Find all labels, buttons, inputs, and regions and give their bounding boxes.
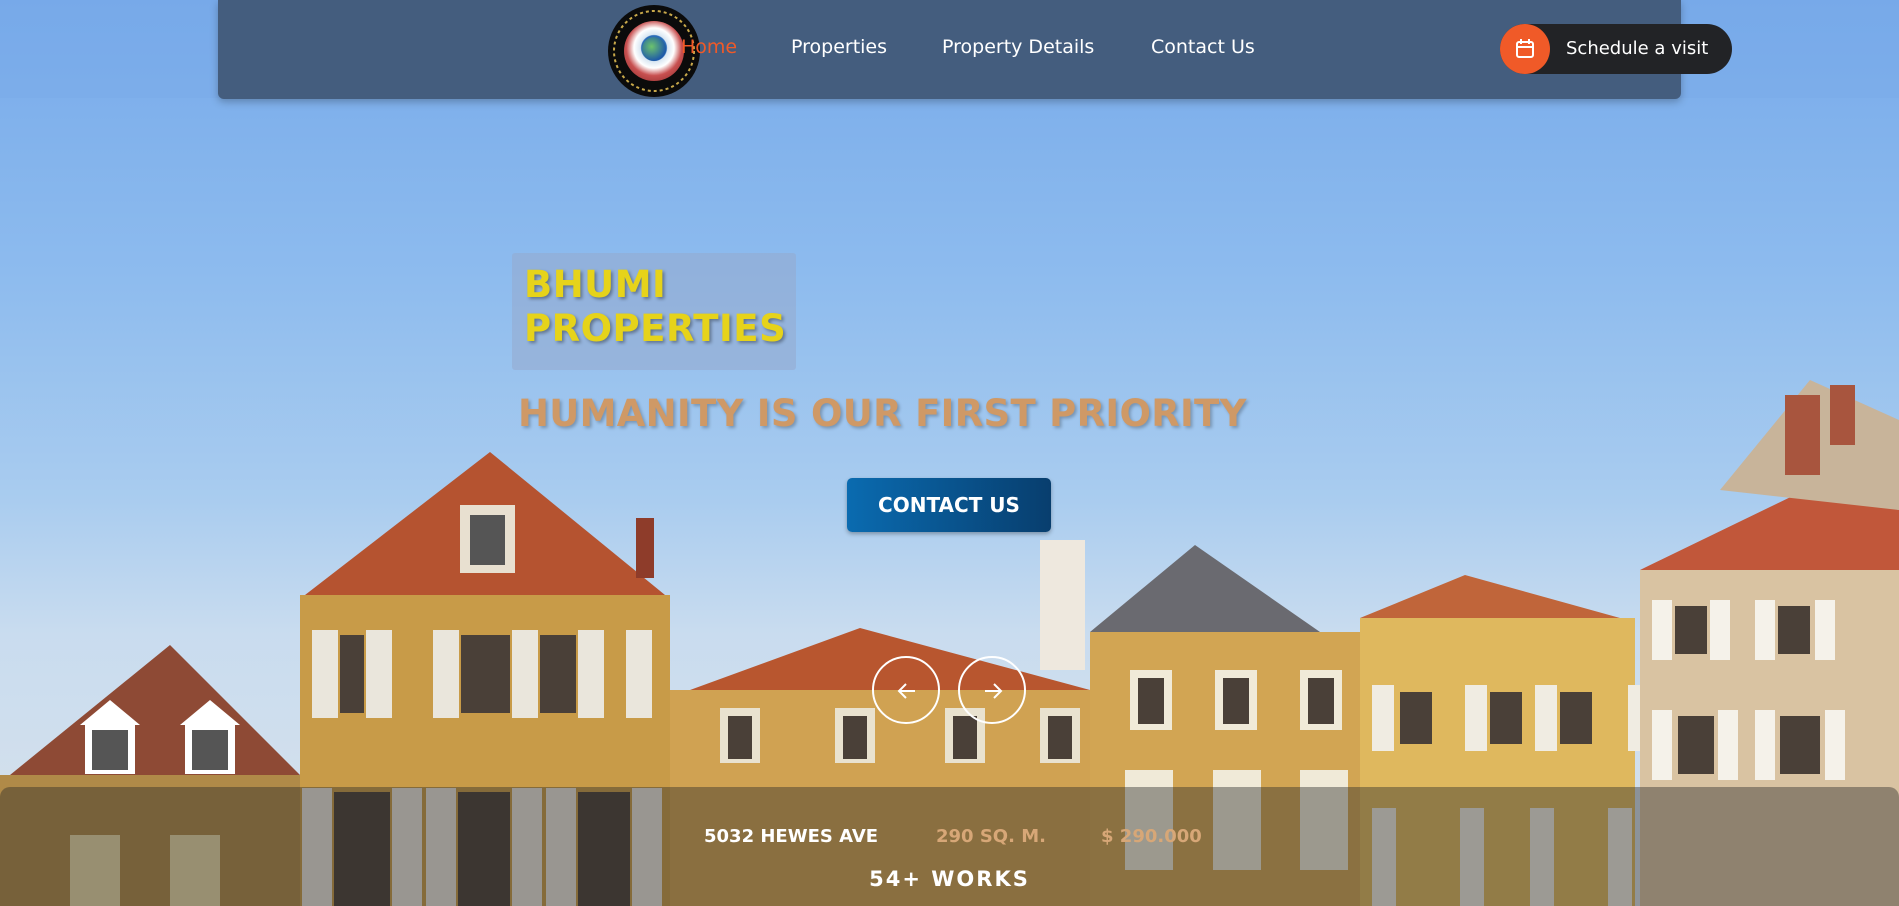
nav-link-home[interactable]: Home xyxy=(681,36,737,58)
property-price: $ 290.000 xyxy=(1101,826,1202,847)
hero-section xyxy=(0,0,1899,906)
nav-link-property-details[interactable]: Property Details xyxy=(942,36,1094,58)
property-area: 290 SQ. M. xyxy=(936,826,1046,847)
brand-name-line1: BHUMI xyxy=(524,263,667,306)
arrow-left-icon xyxy=(897,683,915,699)
property-info-bar: 5032 HEWES AVE 290 SQ. M. $ 290.000 54+ … xyxy=(0,787,1899,906)
schedule-visit-label: Schedule a visit xyxy=(1566,38,1709,59)
globe-icon xyxy=(642,37,666,61)
hero-tagline: HUMANITY IS OUR FIRST PRIORITY xyxy=(518,392,1247,435)
calendar-icon xyxy=(1500,24,1550,74)
brand-name-line2: PROPERTIES xyxy=(524,307,787,350)
schedule-visit-button[interactable]: Schedule a visit xyxy=(1500,24,1732,74)
houses-illustration xyxy=(0,380,1899,906)
property-address: 5032 HEWES AVE xyxy=(704,826,879,847)
contact-us-button[interactable]: CONTACT US xyxy=(847,478,1051,532)
arrow-right-icon xyxy=(985,683,1003,699)
nav-link-properties[interactable]: Properties xyxy=(791,36,887,58)
nav-link-contact-us[interactable]: Contact Us xyxy=(1151,36,1255,58)
works-count: 54+ WORKS xyxy=(869,867,1030,891)
brand-box: BHUMI PROPERTIES xyxy=(512,253,796,370)
prev-slide-button[interactable] xyxy=(872,656,940,724)
next-slide-button[interactable] xyxy=(958,656,1026,724)
navbar: Home Properties Property Details Contact… xyxy=(218,0,1732,99)
